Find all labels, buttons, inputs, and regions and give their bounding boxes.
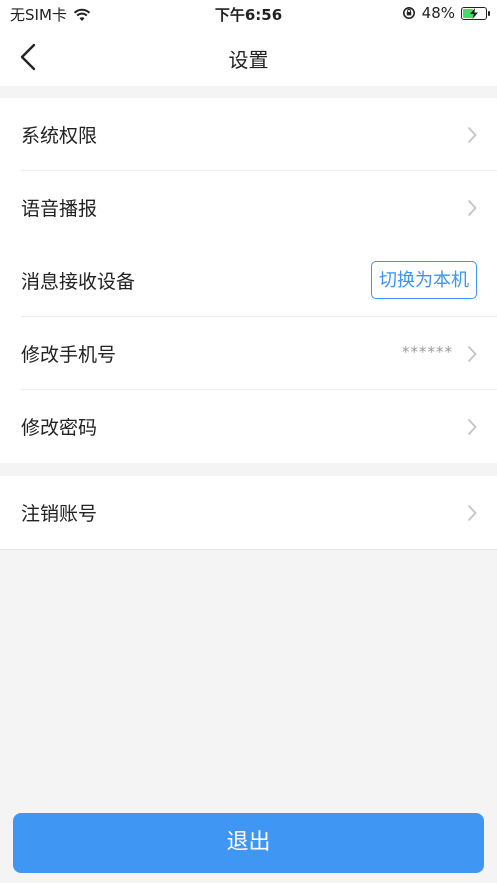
row-delete-account[interactable]: 注销账号 <box>0 476 497 549</box>
page-title: 设置 <box>228 48 269 72</box>
orientation-lock-icon <box>402 7 415 19</box>
row-label: 消息接收设备 <box>21 271 136 293</box>
status-right: 48% <box>402 4 490 22</box>
row-label: 修改密码 <box>21 417 98 439</box>
switch-to-this-device-button[interactable]: 切换为本机 <box>371 261 477 299</box>
row-label: 修改手机号 <box>21 344 117 366</box>
row-label: 注销账号 <box>21 503 98 525</box>
chevron-right-icon <box>467 504 477 522</box>
masked-phone-value: ****** <box>402 343 453 361</box>
nav-bar: 设置 <box>0 28 497 86</box>
chevron-right-icon <box>467 345 477 363</box>
row-change-password[interactable]: 修改密码 <box>0 390 497 463</box>
status-bar: 无SIM卡 下午6:56 48% <box>0 0 497 28</box>
chevron-right-icon <box>467 126 477 144</box>
chevron-right-icon <box>467 418 477 436</box>
settings-group-account: 注销账号 <box>0 476 497 550</box>
row-change-phone[interactable]: 修改手机号 ****** <box>0 317 497 390</box>
row-system-permissions[interactable]: 系统权限 <box>0 98 497 171</box>
battery-percent: 48% <box>421 4 455 22</box>
settings-group-main: 系统权限 语音播报 消息接收设备 切换为本机 修改手机号 ****** 修改密码 <box>0 98 497 463</box>
battery-charging-icon <box>461 6 490 20</box>
row-label: 系统权限 <box>21 125 98 147</box>
chevron-right-icon <box>467 199 477 217</box>
logout-button[interactable]: 退出 <box>13 813 484 873</box>
row-message-device: 消息接收设备 切换为本机 <box>0 244 497 317</box>
row-voice-broadcast[interactable]: 语音播报 <box>0 171 497 244</box>
row-label: 语音播报 <box>21 198 98 220</box>
